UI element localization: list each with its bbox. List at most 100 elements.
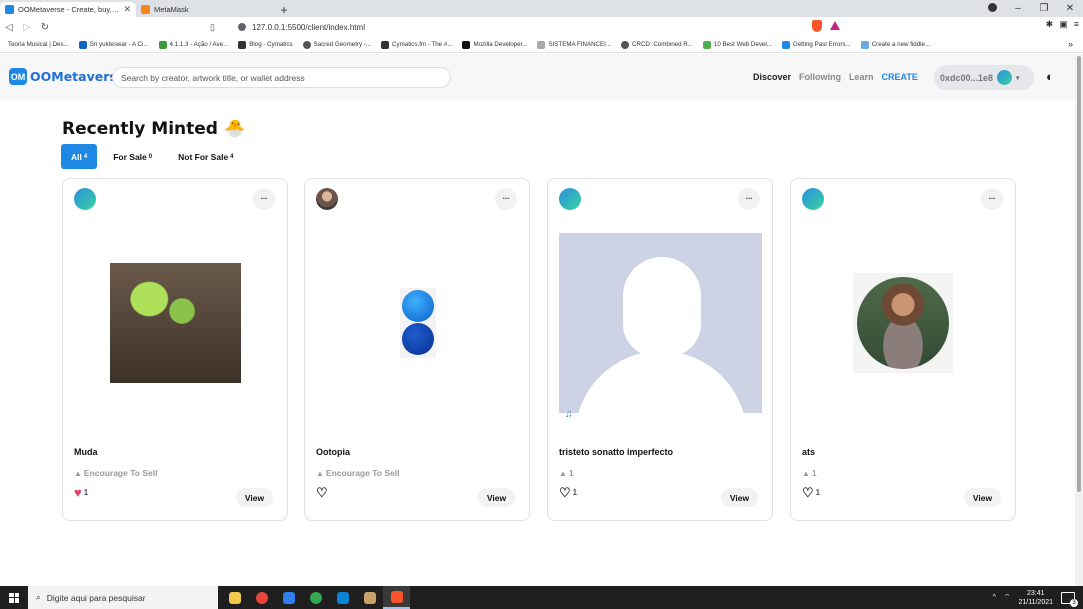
sprout-image[interactable] [110, 263, 241, 383]
creator-avatar[interactable] [802, 188, 824, 210]
chrome-icon[interactable] [302, 586, 329, 609]
portrait-photo-image[interactable] [853, 273, 953, 373]
tab-oometaverse[interactable]: OOMetaverse - Create, buy, and s ✕ [0, 2, 136, 17]
clock[interactable]: 23:41 21/11/2021 [1018, 589, 1053, 607]
like-button[interactable]: ♡ [316, 486, 330, 499]
nav-learn[interactable]: Learn [849, 72, 874, 82]
notification-icon[interactable]: 3 [1061, 591, 1078, 607]
page-scrollbar[interactable] [1075, 54, 1083, 586]
bookmark-item[interactable]: Mozilla Developer... [462, 40, 528, 49]
search-input[interactable] [112, 67, 451, 88]
blue-spheres-image[interactable] [400, 288, 436, 358]
filter-all[interactable]: All 4 [61, 144, 98, 169]
view-button[interactable]: View [964, 488, 1001, 507]
bookmark-page-icon[interactable]: ▯ [210, 22, 224, 33]
bookmark-item[interactable]: CRCD: Combined R... [621, 40, 693, 49]
minimize-button[interactable]: – [1005, 3, 1031, 14]
brave-rewards-icon[interactable] [830, 21, 840, 30]
bookmark-item[interactable]: Create a new fiddle... [860, 40, 930, 49]
profile-silhouette-image[interactable] [559, 233, 762, 413]
browser-menu-icon[interactable]: ≡ [1074, 19, 1079, 30]
bookmark-item[interactable]: Teoria Musical | Des... [8, 41, 69, 48]
site-logo[interactable]: OM OOMetaverse [9, 68, 125, 85]
clock-time: 23:41 [1026, 589, 1045, 597]
close-tab-icon[interactable]: ✕ [123, 4, 131, 15]
bookmark-item[interactable]: 4.1.1.3 - Ação / Ave... [158, 40, 229, 49]
creator-avatar[interactable] [316, 188, 338, 210]
card-menu-button[interactable]: ... [738, 188, 760, 210]
filter-count: 4 [230, 153, 234, 160]
restore-button[interactable]: ❐ [1031, 3, 1057, 14]
like-button[interactable]: ♡ 1 [802, 486, 820, 499]
taskbar-search[interactable]: ⌕ Digite aqui para pesquisar [28, 586, 218, 609]
back-icon[interactable]: ◁ [0, 18, 18, 36]
chevron-down-icon: ▾ [1016, 74, 1020, 82]
nav-discover[interactable]: Discover [753, 72, 791, 82]
network-icon[interactable]: ⌔ [1004, 593, 1011, 602]
nav-following[interactable]: Following [799, 72, 841, 82]
more-bookmarks-button[interactable]: » [1068, 39, 1073, 49]
file-explorer-icon[interactable] [221, 586, 248, 609]
section-title: Recently Minted 🐣 [62, 119, 245, 139]
bookmark-item[interactable]: 10 Best Web Devel... [702, 40, 772, 49]
bookmark-favicon-icon [537, 40, 546, 49]
nft-card[interactable]: ... tristeto sonatto imperfecto ▲ 1 ♡ 1 … [547, 178, 773, 521]
nft-card[interactable]: ... Ootopia ▲ Encourage To Sell ♡ View [304, 178, 530, 521]
bookmark-item[interactable]: Getting Past Errors... [781, 40, 851, 49]
nft-card[interactable]: ... Muda ▲ Encourage To Sell ♥ 1 View [62, 178, 288, 521]
filter-tabs: All 4 For Sale 0 Not For Sale 4 [61, 144, 244, 169]
bookmark-label: CRCD: Combined R... [632, 41, 693, 48]
scrollbar-thumb[interactable] [1077, 56, 1081, 492]
card-menu-button[interactable]: ... [495, 188, 517, 210]
theme-toggle-icon[interactable]: ◐ [1046, 69, 1061, 84]
vscode-icon[interactable] [329, 586, 356, 609]
like-button[interactable]: ♥ 1 [74, 486, 88, 499]
brave-shield-icon[interactable] [812, 20, 822, 32]
brave-icon[interactable] [383, 586, 410, 609]
reload-icon[interactable]: ↻ [36, 18, 54, 36]
wallet-extension-icon[interactable]: ▣ [1059, 19, 1068, 30]
bookmark-item[interactable]: Sri yukteswar - A Ci... [78, 40, 149, 49]
sale-status: ▲ 1 [559, 468, 574, 478]
close-window-button[interactable]: ✕ [1057, 3, 1083, 14]
extensions-icon[interactable]: ✱ [1046, 19, 1054, 30]
card-menu-button[interactable]: ... [253, 188, 275, 210]
heart-outline-icon: ♡ [802, 485, 814, 500]
bookmark-label: Mozilla Developer... [473, 41, 528, 48]
filter-for-sale[interactable]: For Sale 0 [103, 144, 162, 169]
wallet-button[interactable]: 0xdc00...1e8 ▾ [934, 65, 1034, 90]
site-info-icon[interactable] [238, 23, 246, 31]
start-button[interactable] [0, 586, 28, 609]
forward-icon[interactable]: ▷ [18, 18, 36, 36]
bookmark-item[interactable]: Sacred Geometry -... [302, 40, 371, 49]
creator-avatar[interactable] [74, 188, 96, 210]
address-bar[interactable]: 127.0.0.1:5500/client/index.html [238, 19, 850, 35]
oometaverse-favicon-icon [5, 5, 14, 14]
tab-metamask[interactable]: MetaMask [136, 2, 272, 17]
app-icon[interactable] [275, 586, 302, 609]
metamask-favicon-icon [141, 5, 150, 14]
chevron-up-icon[interactable]: ^ [993, 594, 996, 601]
bookmark-item[interactable]: SISTEMA FINANCEI... [537, 40, 611, 49]
view-button[interactable]: View [721, 488, 758, 507]
nft-card[interactable]: ... ats ▲ 1 ♡ 1 View [790, 178, 1016, 521]
bookmark-item[interactable]: Blog - Cymatics [238, 40, 293, 49]
bookmark-label: 4.1.1.3 - Ação / Ave... [169, 41, 229, 48]
new-tab-button[interactable]: + [276, 2, 292, 17]
notification-count: 3 [1070, 598, 1078, 607]
view-button[interactable]: View [478, 488, 515, 507]
search-icon: ⌕ [36, 592, 41, 602]
package-icon[interactable] [356, 586, 383, 609]
like-button[interactable]: ♡ 1 [559, 486, 577, 499]
profile-icon[interactable] [979, 2, 1005, 15]
artwork-title: Ootopia [316, 447, 350, 457]
nav-create[interactable]: CREATE [882, 72, 918, 82]
creator-avatar[interactable] [559, 188, 581, 210]
filter-not-for-sale[interactable]: Not For Sale 4 [168, 144, 243, 169]
view-button[interactable]: View [236, 488, 273, 507]
card-menu-button[interactable]: ... [981, 188, 1003, 210]
chrome-icon[interactable] [248, 586, 275, 609]
cloud-icon [860, 40, 869, 49]
bookmark-item[interactable]: Cymatics.fm - The #... [381, 40, 452, 49]
mountain-icon: ▲ [802, 468, 810, 478]
